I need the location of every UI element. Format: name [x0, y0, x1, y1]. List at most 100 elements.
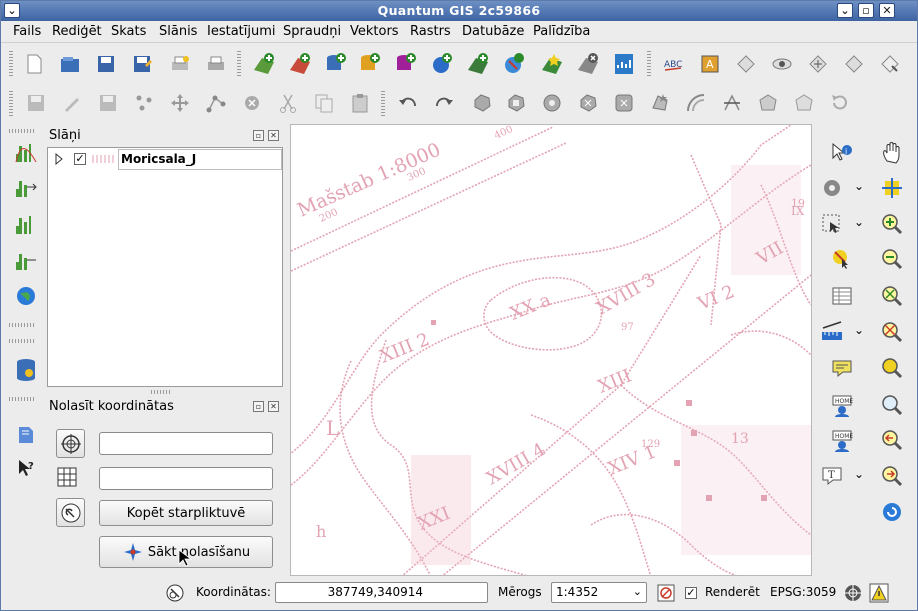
new-print-composer-icon[interactable]: [167, 51, 193, 77]
menu-raster[interactable]: Rastrs: [410, 24, 451, 39]
delete-selected-icon[interactable]: [239, 90, 265, 116]
reshape-features-icon[interactable]: [647, 90, 673, 116]
coord-field-2[interactable]: [99, 467, 273, 490]
crs-label[interactable]: EPSG:3059: [770, 585, 836, 599]
expand-arrow-icon[interactable]: [54, 152, 64, 166]
composer-manager-icon[interactable]: [203, 51, 229, 77]
undo-icon[interactable]: [395, 90, 421, 116]
zoom-out-icon[interactable]: [879, 246, 905, 272]
add-mssql-layer-icon[interactable]: [393, 51, 419, 77]
add-vector-layer-icon[interactable]: [287, 51, 313, 77]
delete-part-icon[interactable]: [611, 90, 637, 116]
simplify-feature-icon[interactable]: [469, 90, 495, 116]
merge-attributes-icon[interactable]: [791, 90, 817, 116]
cut-features-icon[interactable]: [275, 90, 301, 116]
new-bookmark-icon[interactable]: HOME: [829, 392, 855, 418]
new-shapefile-icon[interactable]: [539, 51, 565, 77]
menu-file[interactable]: Fails: [13, 24, 41, 39]
coordinate-toggle-icon[interactable]: [165, 583, 185, 603]
move-feature-icon[interactable]: [167, 90, 193, 116]
identify-features-icon[interactable]: i: [829, 140, 855, 166]
zoom-full-icon[interactable]: [879, 283, 905, 309]
copy-features-icon[interactable]: [311, 90, 337, 116]
coord-field-1[interactable]: [99, 432, 273, 455]
menu-view[interactable]: Skats: [111, 24, 146, 39]
label-tool-icon[interactable]: A: [697, 51, 723, 77]
histogram-stretch-icon[interactable]: [13, 139, 39, 165]
add-wms-layer-icon[interactable]: [429, 51, 455, 77]
toolbar-grip[interactable]: [9, 91, 13, 117]
action-dropdown-chevron-icon[interactable]: ⌄: [854, 179, 864, 193]
rotate-label-icon[interactable]: [841, 51, 867, 77]
add-spatialite-layer-icon[interactable]: [357, 51, 383, 77]
coordinates-field[interactable]: 387749,340914: [275, 582, 488, 603]
menu-vector[interactable]: Vektors: [350, 24, 399, 39]
menu-edit[interactable]: Rediģēt: [52, 24, 102, 39]
scale-dropdown-icon[interactable]: ⌄: [633, 585, 642, 598]
scale-combobox[interactable]: 1:4352 ⌄: [551, 582, 647, 603]
render-checkbox[interactable]: ✓: [685, 587, 697, 599]
zoom-in-icon[interactable]: [879, 211, 905, 237]
database-manager-icon[interactable]: [13, 357, 39, 383]
menu-plugins[interactable]: Spraudņi: [283, 24, 341, 39]
toolbar-grip[interactable]: [9, 397, 35, 401]
close-panel-button[interactable]: ✕: [268, 401, 279, 412]
deselect-features-icon[interactable]: [829, 246, 855, 272]
pan-to-selection-icon[interactable]: [879, 175, 905, 201]
copy-to-clipboard-button[interactable]: Kopēt starpliktuvē: [99, 500, 273, 526]
pin-labels-icon[interactable]: [733, 51, 759, 77]
local-histogram-icon[interactable]: [13, 211, 39, 237]
save-edits-icon[interactable]: [23, 90, 49, 116]
float-panel-button[interactable]: ▫: [253, 130, 264, 141]
merge-features-icon[interactable]: [755, 90, 781, 116]
add-part-icon[interactable]: [539, 90, 565, 116]
node-tool-icon[interactable]: [203, 90, 229, 116]
redo-icon[interactable]: [431, 90, 457, 116]
add-feature-icon[interactable]: [131, 90, 157, 116]
close-panel-button[interactable]: ✕: [268, 130, 279, 141]
toolbar-grip[interactable]: [237, 51, 241, 77]
track-mouse-button[interactable]: [56, 498, 85, 527]
text-annotation-icon[interactable]: T: [819, 463, 845, 489]
map-canvas[interactable]: Mašstab 1:8000 300 400 200 XX a XVIII 3 …: [290, 124, 812, 576]
float-panel-button[interactable]: ▫: [253, 401, 264, 412]
attribute-table-icon[interactable]: [829, 283, 855, 309]
spell-check-icon[interactable]: ABC: [661, 51, 687, 77]
pan-hand-icon[interactable]: [879, 140, 905, 166]
paste-features-icon[interactable]: [347, 90, 373, 116]
messages-warning-icon[interactable]: [869, 583, 889, 603]
menu-database[interactable]: Datubāze: [462, 24, 524, 39]
current-edits-icon[interactable]: [95, 90, 121, 116]
show-bookmarks-icon[interactable]: HOME: [829, 427, 855, 453]
maximize-button[interactable]: ▫: [858, 3, 874, 18]
zoom-next-icon[interactable]: [879, 463, 905, 489]
add-wfs-layer-icon[interactable]: [501, 51, 527, 77]
offset-curve-icon[interactable]: [683, 90, 709, 116]
measure-dropdown-chevron-icon[interactable]: ⌄: [854, 323, 864, 337]
zoom-previous-icon[interactable]: [879, 427, 905, 453]
full-histogram-icon[interactable]: [13, 247, 39, 273]
toolbar-grip[interactable]: [647, 51, 651, 77]
split-features-icon[interactable]: [719, 90, 745, 116]
layer-name[interactable]: Moricsala_J: [118, 149, 282, 170]
delete-ring-icon[interactable]: [575, 90, 601, 116]
stop-render-icon[interactable]: [656, 583, 676, 603]
help-book-icon[interactable]: [13, 421, 39, 447]
run-feature-action-icon[interactable]: [819, 175, 845, 201]
globe-icon[interactable]: [13, 283, 39, 309]
save-as-icon[interactable]: [129, 51, 155, 77]
save-project-icon[interactable]: [93, 51, 119, 77]
refresh-icon[interactable]: [879, 499, 905, 525]
zoom-last-icon[interactable]: [879, 392, 905, 418]
change-label-icon[interactable]: [877, 51, 903, 77]
move-label-icon[interactable]: [805, 51, 831, 77]
toolbar-grip[interactable]: [381, 91, 385, 117]
menu-settings[interactable]: Iestatījumi: [207, 24, 276, 39]
menu-layer[interactable]: Slānis: [159, 24, 197, 39]
new-project-icon[interactable]: [21, 51, 47, 77]
select-dropdown-chevron-icon[interactable]: ⌄: [854, 215, 864, 229]
menu-help[interactable]: Palīdzība: [533, 24, 590, 39]
zoom-to-selection-icon[interactable]: [879, 355, 905, 381]
toolbar-grip[interactable]: [9, 51, 13, 77]
close-window-button[interactable]: ✕: [879, 3, 895, 18]
